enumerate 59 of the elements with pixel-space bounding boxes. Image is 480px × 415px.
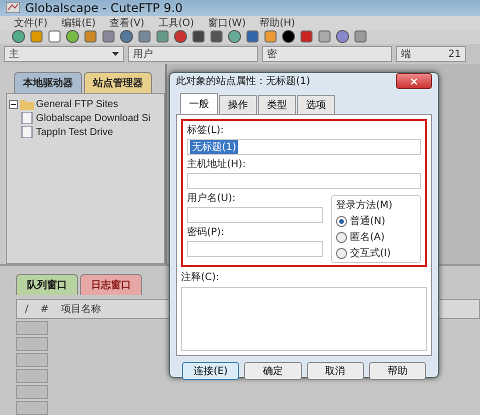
field-label: 密码(P): [187,226,226,239]
menu-item[interactable]: 文件(F) [14,16,48,30]
close-button[interactable]: × [396,73,432,89]
page-icon [20,112,34,124]
menu-item[interactable]: 查看(V) [110,16,144,30]
quick-connect-field[interactable]: 密 [262,46,392,62]
queue-tab[interactable]: 日志窗口 [80,274,142,295]
label-field[interactable]: 无标题(1) [187,139,421,155]
dialog-tab[interactable]: 选项 [297,95,335,114]
radio-label[interactable]: 普通(N) [350,214,386,228]
field-label: 主机地址(H): [187,158,247,171]
field-label: 用户名(U): [187,192,236,205]
page-icon [20,126,34,138]
collapse-icon[interactable] [9,100,18,108]
site-tree-item[interactable]: TappIn Test Drive [36,126,114,138]
column-header[interactable]: / [25,304,28,314]
radio-button[interactable] [336,216,347,226]
row-number-cell [16,321,48,335]
radio-button[interactable] [336,248,347,258]
radio-button[interactable] [336,232,347,242]
field-label: 标签(L): [187,124,225,137]
dialog-button[interactable]: 帮助 [368,362,426,380]
dialog-button[interactable]: 取消 [306,362,364,380]
menu-item[interactable]: 窗口(W) [208,16,246,30]
dialog-tab[interactable]: 类型 [258,95,296,114]
radio-label[interactable]: 交互式(I) [350,246,391,260]
menu-item[interactable]: 编辑(E) [62,16,96,30]
group-title: 登录方法(M) [336,198,394,212]
radio-label[interactable]: 匿名(A) [350,230,385,244]
password-field[interactable] [187,241,323,257]
pane-tab[interactable]: 本地驱动器 [14,72,82,93]
port-field[interactable]: 端 21 [396,46,466,62]
row-number-cell [16,353,48,367]
dialog-tab[interactable]: 一般 [180,93,218,114]
column-header[interactable]: # [40,304,49,314]
column-header[interactable]: 项目名称 [60,302,101,316]
dialog-tab[interactable]: 操作 [219,95,257,114]
row-number-cell [16,337,48,351]
queue-tab[interactable]: 队列窗口 [16,274,78,295]
host-dropdown[interactable]: 主 [4,46,124,62]
host-field[interactable] [187,173,421,189]
app-icon [6,2,20,14]
folder-icon [20,98,34,110]
row-number-cell [16,385,48,399]
menu-item[interactable]: 帮助(H) [260,16,296,30]
menu-item[interactable]: 工具(O) [158,16,194,30]
site-tree-item[interactable]: Globalscape Download Si [36,112,151,124]
quick-connect-field[interactable]: 用户 [128,46,258,62]
site-tree-item[interactable]: General FTP Sites [36,98,118,110]
username-field[interactable] [187,207,323,223]
window-title: Globalscape - CuteFTP 9.0 [25,0,183,15]
dialog-button[interactable]: 确定 [244,362,302,380]
caret-icon [112,52,119,56]
field-label: 注释(C): [181,270,220,284]
row-number-cell [16,369,48,383]
pane-tab[interactable]: 站点管理器 [84,72,152,93]
dialog-button[interactable]: 连接(E) [182,362,240,380]
dialog-title: 此对象的站点属性：无标题(1) [176,74,310,88]
comment-field[interactable] [181,287,427,351]
